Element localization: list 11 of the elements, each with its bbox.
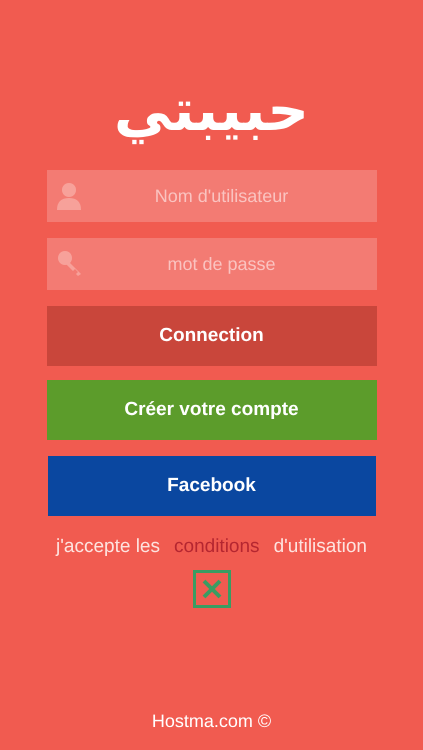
terms-text: j'accepte les xyxy=(56,536,160,558)
login-button[interactable]: Connection xyxy=(46,306,376,366)
user-icon xyxy=(56,182,80,210)
footer-text: Hostma.com © xyxy=(152,711,272,732)
terms-text: d'utilisation xyxy=(274,536,367,558)
cross-icon xyxy=(200,578,222,600)
key-icon xyxy=(56,250,82,276)
signup-button[interactable]: Créer votre compte xyxy=(46,380,376,440)
app-logo: حبيبتي xyxy=(114,75,310,146)
facebook-button[interactable]: Facebook xyxy=(48,456,376,516)
accept-checkbox[interactable] xyxy=(192,570,230,608)
